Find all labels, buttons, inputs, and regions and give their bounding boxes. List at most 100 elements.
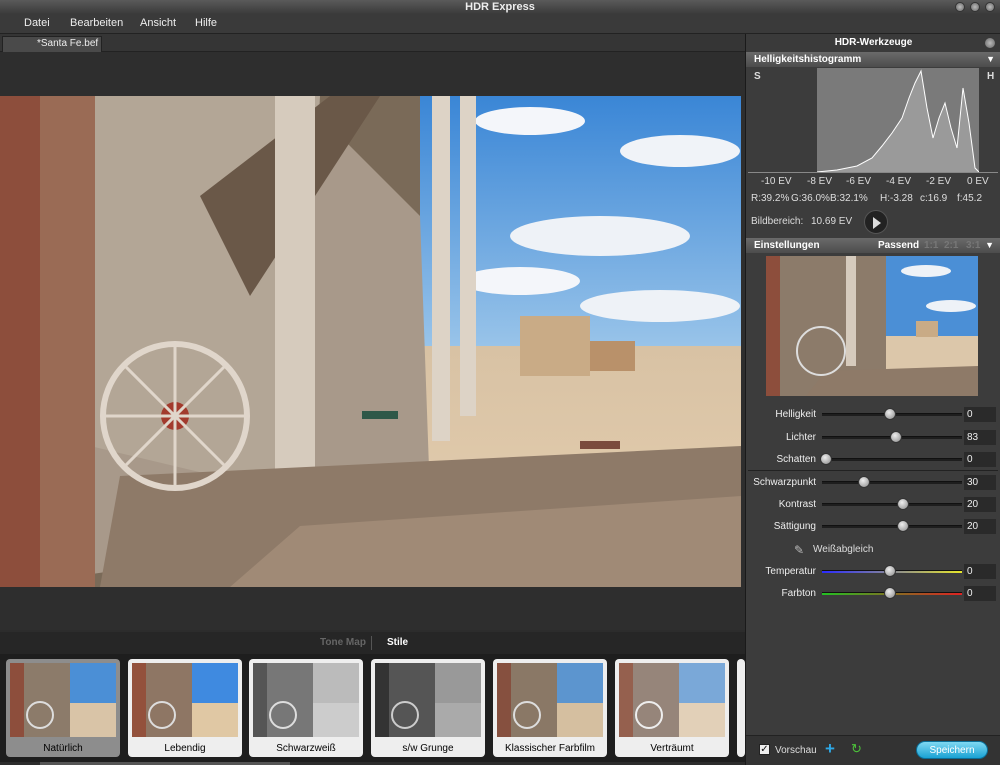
white-balance-label: Weißabgleich [813, 544, 874, 555]
temperatur-value[interactable]: 0 [964, 564, 996, 579]
tab-divider [371, 636, 372, 650]
ev-label: -10 EV [761, 176, 792, 187]
preset-thumbnail [253, 663, 359, 737]
slider-label: Sättigung [773, 521, 816, 532]
preset-natuerlich[interactable]: Natürlich [6, 659, 120, 757]
minimize-button[interactable] [955, 2, 965, 12]
document-tab[interactable]: *Santa Fe.bef [2, 36, 102, 52]
preset-thumbnail [375, 663, 481, 737]
document-tab-label: *Santa Fe.bef [37, 38, 99, 49]
slider-label: Temperatur [765, 566, 816, 577]
close-button[interactable] [985, 2, 995, 12]
preset-thumbnail [619, 663, 725, 737]
histogram-title: Helligkeitshistogramm [754, 54, 862, 65]
preset-label: Verträumt [650, 743, 694, 754]
histogram-curve [816, 69, 980, 173]
preset-thumbnail [10, 663, 116, 737]
settings-header[interactable]: Einstellungen Passend 1:1 2:1 3:1 ▼ [746, 238, 1000, 253]
slider-label: Farbton [781, 588, 816, 599]
save-button[interactable]: Speichern [916, 741, 988, 759]
divider [748, 470, 998, 471]
settings-title: Einstellungen [754, 240, 820, 251]
menu-ansicht[interactable]: Ansicht [140, 17, 176, 29]
helligkeit-value[interactable]: 0 [964, 407, 996, 422]
ev-label: -4 EV [886, 176, 912, 187]
kontrast-value[interactable]: 20 [964, 497, 996, 512]
schwarzpunkt-track[interactable] [822, 481, 962, 484]
histogram-header[interactable]: Helligkeitshistogramm ▼ [746, 52, 1000, 67]
slider-label: Schatten [776, 454, 816, 465]
preset-label: Schwarzweiß [276, 743, 336, 754]
zoom-3-1[interactable]: 3:1 [966, 238, 980, 253]
zoom-1-1[interactable]: 1:1 [924, 238, 938, 253]
preset-klassischer-farbfilm[interactable]: Klassischer Farbfilm [493, 659, 607, 757]
menu-bar: Datei Bearbeiten Ansicht Hilfe [0, 14, 1000, 34]
maximize-button[interactable] [970, 2, 980, 12]
saettigung-value[interactable]: 20 [964, 519, 996, 534]
slider-label: Schwarzpunkt [753, 477, 816, 488]
menu-datei[interactable]: Datei [24, 17, 50, 29]
tab-stile[interactable]: Stile [387, 637, 408, 648]
schatten-value[interactable]: 0 [964, 452, 996, 467]
eyedropper-icon[interactable]: ✎ [794, 543, 804, 557]
refresh-icon[interactable]: ↻ [851, 741, 862, 757]
zoom-2-1[interactable]: 2:1 [944, 238, 958, 253]
preview-image[interactable] [766, 256, 978, 396]
menu-hilfe[interactable]: Hilfe [195, 17, 217, 29]
temperatur-knob[interactable] [884, 565, 896, 577]
stat-b: B:32.1% [830, 193, 868, 204]
preset-label: Klassischer Farbfilm [504, 743, 596, 754]
stat-c: c:16.9 [920, 193, 948, 204]
main-photo[interactable] [0, 96, 741, 587]
ev-label: -6 EV [846, 176, 872, 187]
panel-close-icon[interactable] [985, 38, 995, 48]
slider-label: Lichter [785, 432, 816, 443]
zoom-fit[interactable]: Passend [878, 238, 919, 253]
ev-label: -2 EV [926, 176, 952, 187]
preset-label: s/w Grunge [402, 743, 454, 754]
shadow-marker: S [754, 71, 761, 82]
menu-bearbeiten[interactable]: Bearbeiten [70, 17, 123, 29]
kontrast-track[interactable] [822, 503, 962, 506]
panel-title: HDR-Werkzeuge [746, 34, 1000, 52]
preset-lebendig[interactable]: Lebendig [128, 659, 242, 757]
lichter-value[interactable]: 83 [964, 430, 996, 445]
tab-tone-map[interactable]: Tone Map [320, 637, 366, 648]
ev-label: -8 EV [807, 176, 833, 187]
saettigung-knob[interactable] [896, 520, 909, 532]
collapse-triangle-icon[interactable]: ▼ [986, 52, 995, 67]
collapse-triangle-icon[interactable]: ▼ [985, 238, 994, 253]
preset-schwarzweiss[interactable]: Schwarzweiß [249, 659, 363, 757]
schwarzpunkt-value[interactable]: 30 [964, 475, 996, 490]
kontrast-knob[interactable] [896, 498, 909, 510]
preset-vertraeumt[interactable]: Verträumt [615, 659, 729, 757]
preset-label: Natürlich [43, 743, 83, 754]
schatten-knob[interactable] [820, 453, 832, 465]
histogram-area [816, 68, 980, 173]
range-value: 10.69 EV [811, 216, 853, 227]
stat-h: H:-3.28 [880, 193, 913, 204]
slider-label: Helligkeit [775, 409, 816, 420]
ev-label: 0 EV [967, 176, 989, 187]
panel-title-text: HDR-Werkzeuge [834, 37, 913, 48]
style-strip-tabs: Tone Map Stile [0, 632, 745, 654]
preset-strip: Natürlich Lebendig Schwarzweiß s/w Grung… [0, 654, 745, 762]
preset-sw-grunge[interactable]: s/w Grunge [371, 659, 485, 757]
schatten-track[interactable] [822, 458, 962, 461]
helligkeit-knob[interactable] [884, 408, 896, 420]
range-label: Bildbereich: [751, 216, 804, 227]
saettigung-track[interactable] [822, 525, 962, 528]
farbton-value[interactable]: 0 [964, 586, 996, 601]
histogram-baseline [748, 172, 998, 173]
play-button[interactable] [864, 210, 888, 234]
add-icon[interactable]: + [825, 739, 835, 759]
farbton-knob[interactable] [884, 587, 896, 599]
highlight-marker: H [987, 71, 995, 82]
play-icon [873, 217, 881, 229]
preview-checkbox[interactable]: ✓ [759, 744, 770, 755]
preset-label: Lebendig [164, 743, 206, 754]
preset-partial[interactable] [737, 659, 745, 757]
preset-thumbnail [497, 663, 603, 737]
preview-label: Vorschau [775, 745, 817, 756]
slider-label: Kontrast [778, 499, 816, 510]
